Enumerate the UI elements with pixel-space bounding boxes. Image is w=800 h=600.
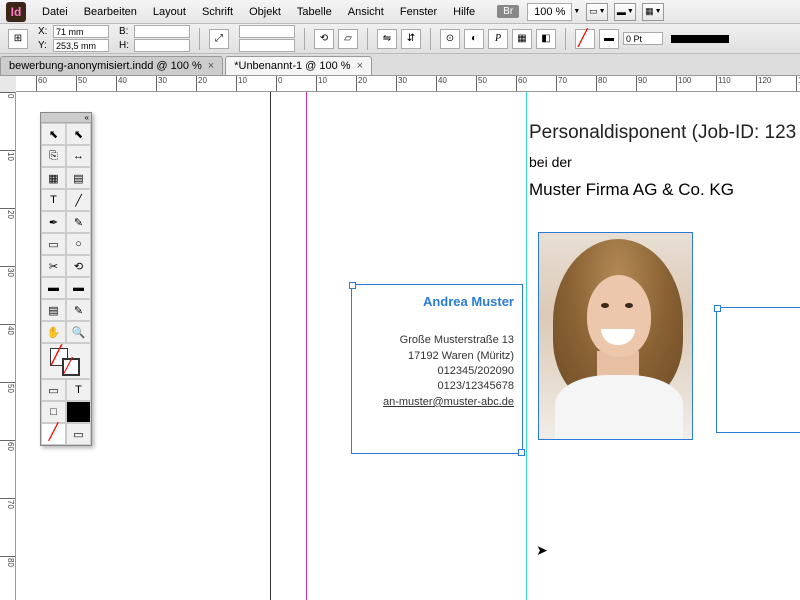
frame-right[interactable] bbox=[716, 307, 800, 433]
firma-text: Muster Firma AG & Co. KG bbox=[529, 180, 734, 200]
apply-gradient[interactable]: ╱ bbox=[41, 423, 66, 445]
content-collector-tool[interactable]: ▦ bbox=[41, 167, 66, 189]
eyedropper-tool[interactable]: ✎ bbox=[66, 299, 91, 321]
scale-x-field[interactable] bbox=[239, 25, 295, 38]
page-edge bbox=[270, 92, 271, 600]
stroke-style[interactable] bbox=[671, 35, 729, 43]
close-icon[interactable]: × bbox=[208, 60, 214, 72]
formatting-container[interactable]: ▭ bbox=[41, 379, 66, 401]
zoom-tool[interactable]: 🔍 bbox=[66, 321, 91, 343]
fill-swatch[interactable]: ╱ bbox=[575, 29, 595, 49]
ref-point-icon[interactable]: ⊞ bbox=[8, 29, 28, 49]
gradient-feather-tool[interactable]: ▬ bbox=[66, 277, 91, 299]
guide-magenta[interactable] bbox=[306, 92, 307, 600]
ellipse-tool[interactable]: ○ bbox=[66, 233, 91, 255]
h-label: H: bbox=[119, 40, 131, 51]
bridge-chip[interactable]: Br bbox=[497, 5, 519, 18]
p-icon[interactable]: P bbox=[488, 29, 508, 49]
line-tool[interactable]: ╱ bbox=[66, 189, 91, 211]
pencil-tool[interactable]: ✎ bbox=[66, 211, 91, 233]
tab-unbenannt[interactable]: *Unbenannt-1 @ 100 %× bbox=[225, 56, 372, 75]
selection-tool[interactable]: ⬉ bbox=[41, 123, 66, 145]
gradient-swatch-tool[interactable]: ▬ bbox=[41, 277, 66, 299]
zoom-field[interactable]: 100 % bbox=[527, 3, 572, 21]
view-mode[interactable]: ▭ bbox=[66, 423, 91, 445]
photo-placeholder bbox=[539, 233, 692, 439]
type-tool[interactable]: T bbox=[41, 189, 66, 211]
app-icon: Id bbox=[6, 2, 26, 22]
free-transform-tool[interactable]: ⟲ bbox=[66, 255, 91, 277]
page-tool[interactable]: ⎘ bbox=[41, 145, 66, 167]
menu-fenster[interactable]: Fenster bbox=[392, 3, 445, 21]
y-field[interactable]: 253,5 mm bbox=[53, 39, 109, 52]
shear-icon[interactable]: ▱ bbox=[338, 29, 358, 49]
toolbox-header[interactable]: « bbox=[41, 113, 91, 123]
gap-tool[interactable]: ↔ bbox=[66, 145, 91, 167]
scissors-tool[interactable]: ✂ bbox=[41, 255, 66, 277]
screen-mode-button[interactable]: ▬▼ bbox=[614, 3, 636, 21]
note-tool[interactable]: ▤ bbox=[41, 299, 66, 321]
zoom-dropdown-icon[interactable]: ▼ bbox=[573, 8, 580, 15]
fx-icon-1[interactable]: ⊙ bbox=[440, 29, 460, 49]
apply-color[interactable] bbox=[66, 401, 91, 423]
y-label: Y: bbox=[38, 40, 50, 51]
address-line-2: 17192 Waren (Müritz) bbox=[360, 349, 514, 364]
apply-none[interactable]: □ bbox=[41, 401, 66, 423]
menu-hilfe[interactable]: Hilfe bbox=[445, 3, 483, 21]
corner-icon[interactable]: ◧ bbox=[536, 29, 556, 49]
ruler-vertical[interactable]: 01020304050607080 bbox=[0, 92, 16, 600]
pen-tool[interactable]: ✒ bbox=[41, 211, 66, 233]
view-mode-button[interactable]: ▭▼ bbox=[586, 3, 608, 21]
job-title-text: Personaldisponent (Job-ID: 123 bbox=[529, 122, 796, 144]
phone-1: 012345/202090 bbox=[360, 364, 514, 379]
flip-v-icon[interactable]: ⇵ bbox=[401, 29, 421, 49]
hand-tool[interactable]: ✋ bbox=[41, 321, 66, 343]
menu-layout[interactable]: Layout bbox=[145, 3, 194, 21]
content-placer-tool[interactable]: ▤ bbox=[66, 167, 91, 189]
stroke-swatch[interactable]: ▬ bbox=[599, 29, 619, 49]
document-tabs: bewerbung-anonymisiert.indd @ 100 %× *Un… bbox=[0, 54, 800, 76]
address-line-1: Große Musterstraße 13 bbox=[360, 333, 514, 348]
w-field[interactable] bbox=[134, 25, 190, 38]
applicant-name: Andrea Muster bbox=[360, 293, 514, 311]
ruler-horizontal[interactable]: 6050403020100102030405060708090100110120… bbox=[16, 76, 800, 92]
cursor-icon: ➤ bbox=[536, 542, 548, 559]
menu-schrift[interactable]: Schrift bbox=[194, 3, 241, 21]
direct-selection-tool[interactable]: ⬉ bbox=[66, 123, 91, 145]
scale-y-field[interactable] bbox=[239, 39, 295, 52]
h-field[interactable] bbox=[134, 39, 190, 52]
arrange-button[interactable]: ▦▼ bbox=[642, 3, 664, 21]
bei-text: bei der bbox=[529, 154, 572, 170]
stroke-weight-field[interactable]: 0 Pt bbox=[623, 32, 663, 45]
w-label: B: bbox=[119, 26, 131, 37]
flip-h-icon[interactable]: ⇋ bbox=[377, 29, 397, 49]
guide-cyan[interactable] bbox=[526, 92, 527, 600]
menu-tabelle[interactable]: Tabelle bbox=[289, 3, 340, 21]
menu-bearbeiten[interactable]: Bearbeiten bbox=[76, 3, 145, 21]
email: an-muster@muster-abc.de bbox=[360, 395, 514, 410]
wrap-icon[interactable]: ▦ bbox=[512, 29, 532, 49]
close-icon[interactable]: × bbox=[357, 60, 363, 72]
menubar: Id Datei Bearbeiten Layout Schrift Objek… bbox=[0, 0, 800, 24]
menu-ansicht[interactable]: Ansicht bbox=[340, 3, 392, 21]
fill-stroke-swap[interactable]: ╱ ╱ bbox=[41, 343, 91, 379]
x-field[interactable]: 71 mm bbox=[53, 25, 109, 38]
rectangle-frame-tool[interactable]: ▭ bbox=[41, 233, 66, 255]
canvas[interactable]: 01020304050607080 Personaldisponent (Job… bbox=[16, 92, 800, 600]
photo-frame[interactable] bbox=[538, 232, 693, 440]
rotate-icon[interactable]: ⟲ bbox=[314, 29, 334, 49]
x-label: X: bbox=[38, 26, 50, 37]
collapse-icon[interactable]: « bbox=[85, 113, 89, 122]
formatting-text[interactable]: T bbox=[66, 379, 91, 401]
fx-icon-2[interactable]: ◐ bbox=[464, 29, 484, 49]
scale-icon[interactable]: ⤢ bbox=[209, 29, 229, 49]
control-bar: ⊞ X:71 mm Y:253,5 mm B: H: ⤢ ⟲ ▱ ⇋ ⇵ ⊙ ◐… bbox=[0, 24, 800, 54]
menu-datei[interactable]: Datei bbox=[34, 3, 76, 21]
toolbox[interactable]: « ⬉ ⬉ ⎘ ↔ ▦ ▤ T ╱ ✒ ✎ ▭ ○ ✂ ⟲ ▬ ▬ ▤ ✎ ✋ … bbox=[40, 112, 92, 446]
tab-bewerbung[interactable]: bewerbung-anonymisiert.indd @ 100 %× bbox=[0, 56, 223, 75]
menu-objekt[interactable]: Objekt bbox=[241, 3, 289, 21]
phone-2: 0123/12345678 bbox=[360, 379, 514, 394]
text-frame-address[interactable]: Andrea Muster Große Musterstraße 13 1719… bbox=[351, 284, 523, 454]
